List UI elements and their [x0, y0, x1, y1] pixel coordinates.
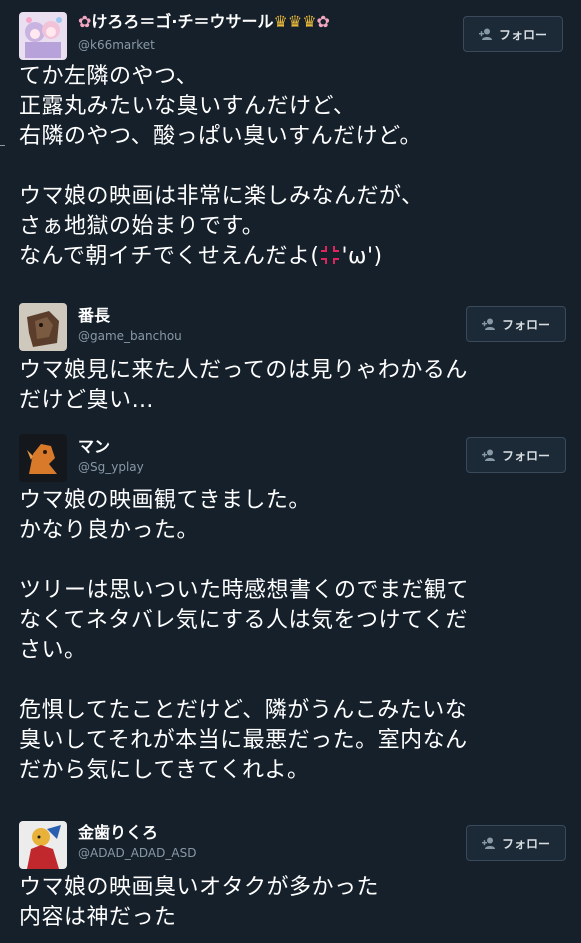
person-add-icon	[481, 449, 495, 461]
tweet-text: ウマ娘の映画観てきました。 かなり良かった。 ツリーは思いついた時感想書くのでま…	[19, 488, 470, 783]
tweet-text: てか左隣のやつ、 正露丸みたいな臭いすんだけど、 右隣のやつ、酸っぱい臭いすんだ…	[19, 62, 569, 272]
tweet-text: ウマ娘見に来た人だってのは見りゃわかるん だけど臭い…	[19, 358, 468, 413]
display-name[interactable]: 金歯りくろ	[78, 823, 158, 843]
display-name[interactable]: 番長	[78, 306, 110, 326]
crown-icon: ♛	[302, 12, 317, 31]
follow-label: フォロー	[501, 836, 550, 851]
user-handle[interactable]: @k66market	[78, 37, 155, 53]
display-name-text: けろろ＝ゴ·チ＝ウサール	[91, 12, 274, 31]
tweet-3: マン @Sg_yplay フォロー ウマ娘の映画観てきました。 かなり良かった。…	[0, 430, 581, 815]
display-name[interactable]: マン	[78, 437, 110, 457]
crown-icon: ♛	[287, 12, 303, 31]
follow-label: フォロー	[501, 317, 550, 332]
follow-button[interactable]: フォロー	[466, 306, 566, 342]
flower-icon: ✿	[78, 12, 92, 31]
tweet-text: ウマ娘の映画臭いオタクが多かった 内容は神だった	[19, 875, 380, 930]
flower-icon: ✿	[316, 12, 330, 31]
avatar[interactable]	[19, 821, 67, 869]
follow-label: フォロー	[498, 27, 547, 42]
follow-button[interactable]: フォロー	[463, 16, 563, 52]
tweet-4: 金歯りくろ @ADAD_ADAD_ASD フォロー ウマ娘の映画臭いオタクが多か…	[0, 817, 581, 943]
tweet-1: ✿けろろ＝ゴ·チ＝ウサール♛♛♛✿ @k66market フォロー てか左隣のや…	[0, 0, 581, 298]
anger-symbol-icon	[321, 246, 340, 264]
user-handle[interactable]: @ADAD_ADAD_ASD	[78, 845, 196, 861]
user-handle[interactable]: @game_banchou	[78, 328, 182, 344]
display-name[interactable]: ✿けろろ＝ゴ·チ＝ウサール♛♛♛✿	[78, 12, 330, 32]
crown-icon: ♛	[273, 12, 288, 31]
follow-label: フォロー	[501, 448, 550, 463]
person-add-icon	[478, 28, 492, 40]
avatar[interactable]	[19, 434, 67, 482]
tweet-2: 番長 @game_banchou フォロー ウマ娘見に来た人だってのは見りゃわか…	[0, 298, 581, 428]
person-add-icon	[481, 318, 495, 330]
avatar[interactable]	[19, 303, 67, 351]
person-add-icon	[481, 837, 495, 849]
avatar[interactable]	[19, 12, 67, 60]
tweet-body: てか左隣のやつ、 正露丸みたいな臭いすんだけど、 右隣のやつ、酸っぱい臭いすんだ…	[19, 64, 424, 269]
follow-button[interactable]: フォロー	[466, 825, 566, 861]
tweet-body-tail: 'ω')	[341, 244, 383, 269]
user-handle[interactable]: @Sg_yplay	[78, 459, 144, 475]
follow-button[interactable]: フォロー	[466, 437, 566, 473]
